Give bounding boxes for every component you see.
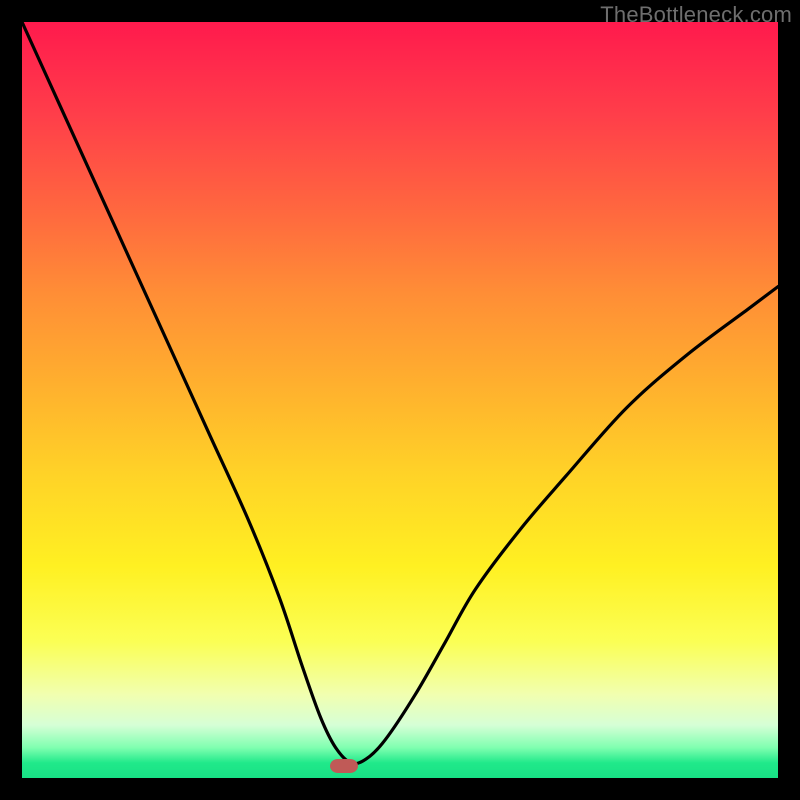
watermark-text: TheBottleneck.com	[600, 2, 792, 28]
optimum-marker	[330, 759, 358, 773]
bottleneck-curve	[22, 22, 778, 778]
chart-frame: TheBottleneck.com	[0, 0, 800, 800]
plot-area	[22, 22, 778, 778]
